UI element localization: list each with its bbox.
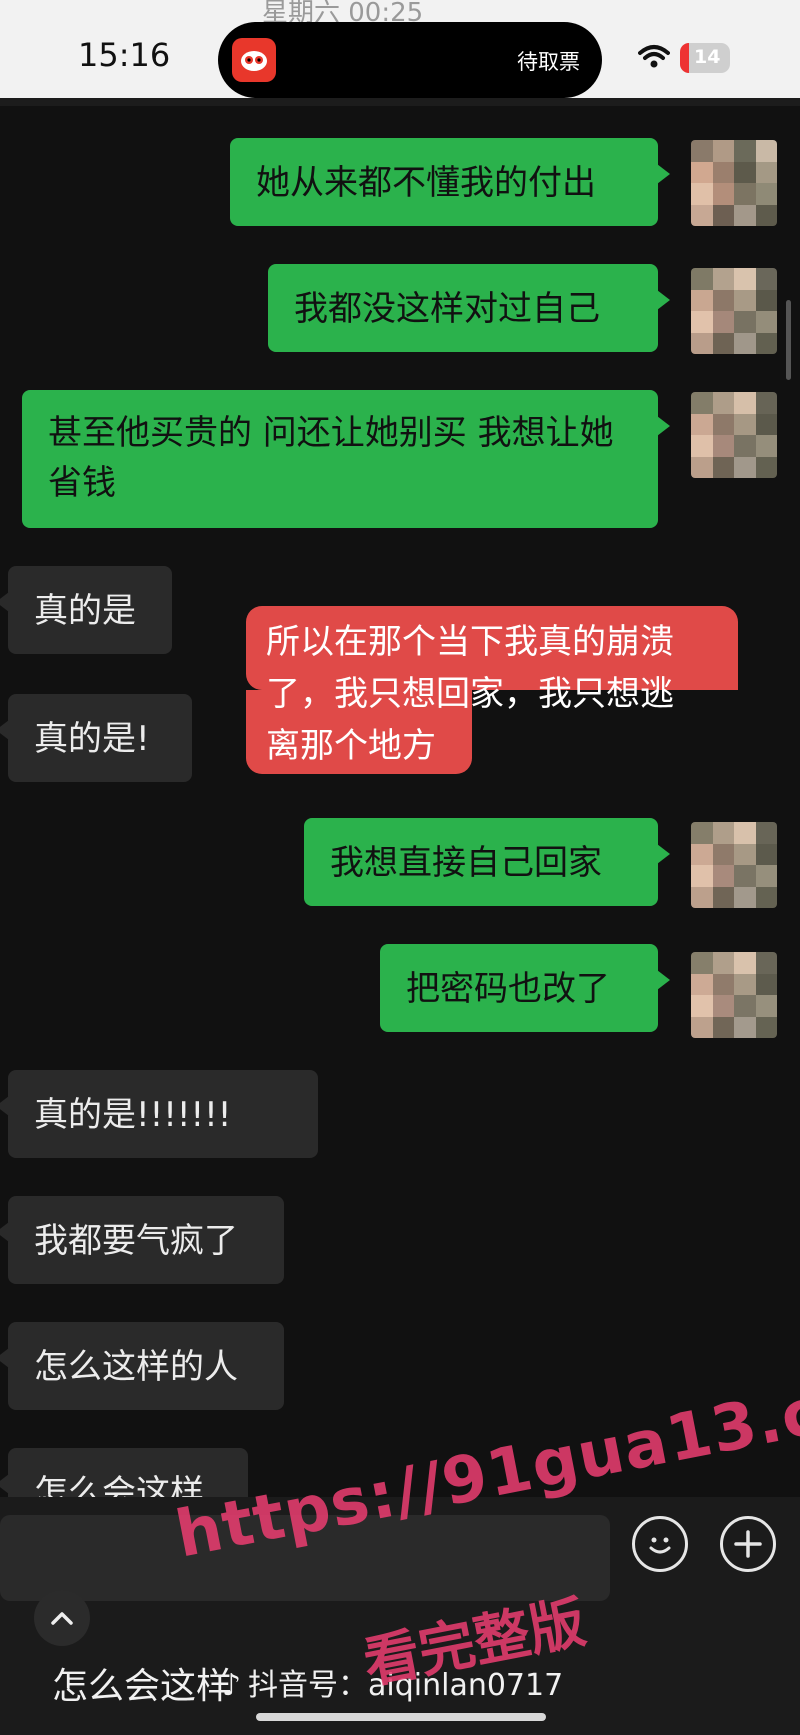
battery-indicator: 14 <box>680 43 730 73</box>
subtitle-text: 怎么会这样 <box>52 1666 233 1707</box>
message-sent-5[interactable]: 把密码也改了 <box>380 944 670 1032</box>
scrollbar[interactable] <box>786 300 791 380</box>
caption-line-1: 所以在那个当下我真的崩溃 <box>266 622 674 662</box>
avatar[interactable] <box>691 268 777 354</box>
message-received-2[interactable]: 真的是! <box>0 694 192 782</box>
status-time: 15:16 <box>78 36 171 74</box>
message-sent-4[interactable]: 我想直接自己回家 <box>304 818 670 906</box>
app-icon <box>232 38 276 82</box>
dynamic-island[interactable]: 待取票 <box>218 22 602 98</box>
avatar[interactable] <box>691 822 777 908</box>
plus-icon[interactable] <box>720 1516 776 1572</box>
avatar[interactable] <box>691 140 777 226</box>
tiktok-icon: ♪ <box>222 1668 242 1703</box>
island-label: 待取票 <box>517 50 580 74</box>
caption-overlay: 所以在那个当下我真的崩溃 了，我只想回家，我只想逃 离那个地方 <box>246 606 738 774</box>
home-indicator[interactable] <box>256 1713 546 1721</box>
header-strip <box>0 98 800 106</box>
avatar[interactable] <box>691 952 777 1038</box>
caption-line-3: 离那个地方 <box>266 726 436 766</box>
message-sent-3[interactable]: 甚至他买贵的 问还让她别买 我想让她省钱 <box>22 390 670 528</box>
message-sent-1[interactable]: 她从来都不懂我的付出 <box>230 138 670 226</box>
wifi-icon <box>638 44 670 74</box>
message-received-1[interactable]: 真的是 <box>0 566 172 654</box>
message-received-5[interactable]: 怎么这样的人 <box>0 1322 284 1410</box>
avatar[interactable] <box>691 392 777 478</box>
message-sent-2[interactable]: 我都没这样对过自己 <box>268 264 670 352</box>
emoji-icon[interactable] <box>632 1516 688 1572</box>
chevron-up-icon[interactable] <box>34 1590 90 1646</box>
message-received-3[interactable]: 真的是!!!!!!! <box>0 1070 318 1158</box>
message-received-4[interactable]: 我都要气疯了 <box>0 1196 284 1284</box>
caption-line-2: 了，我只想回家，我只想逃 <box>266 674 674 714</box>
